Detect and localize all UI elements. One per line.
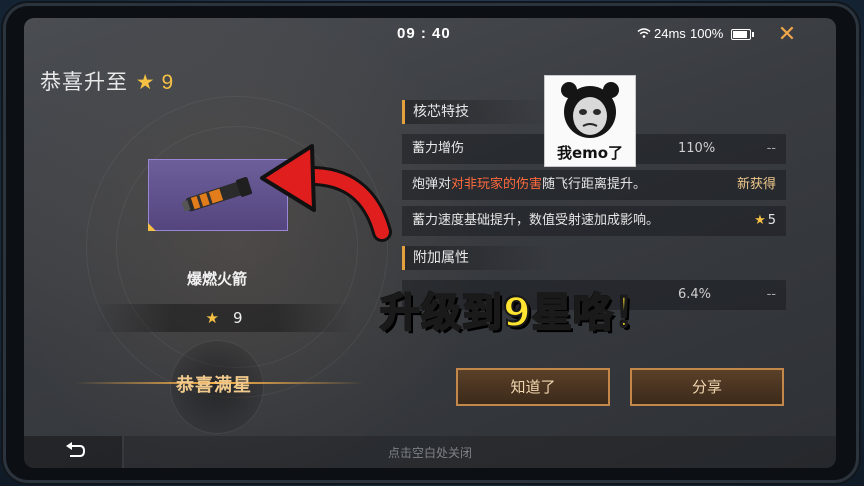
ok-button[interactable]: 知道了 xyxy=(456,368,610,406)
item-name: 爆燃火箭 xyxy=(186,270,247,288)
core-row-change: -- xyxy=(766,141,776,156)
core-row-name: 蓄力增伤 xyxy=(412,141,465,156)
rarity-corner xyxy=(148,223,156,231)
bottom-bar[interactable] xyxy=(124,436,836,468)
core-row-name-prefix: 炮弹对 xyxy=(412,177,452,192)
core-section-title: 核芯特技 xyxy=(402,100,553,124)
extra-row-value: 6.4% xyxy=(678,287,712,302)
back-arrow-icon xyxy=(66,442,86,457)
extra-section-title: 附加属性 xyxy=(402,246,553,270)
share-button[interactable]: 分享 xyxy=(630,368,784,406)
battery-percent: 100% xyxy=(690,26,724,41)
rocket-launcher-icon xyxy=(181,177,253,212)
full-star-label: 恭喜满星 xyxy=(176,375,252,396)
title-text: 恭喜升至 xyxy=(40,70,128,94)
item-star-row: ★ 9 xyxy=(94,304,354,332)
battery-icon xyxy=(731,29,754,40)
battery-fill xyxy=(733,31,747,38)
core-row-change: ★ 5 xyxy=(754,206,776,236)
red-arrow-icon xyxy=(260,144,392,242)
status-bar: 09 : 40 24ms 100% ✕ xyxy=(24,18,836,48)
core-row: 蓄力速度基础提升，数值受射速加成影响。 ★ 5 xyxy=(402,206,786,236)
upgrade-dialog: 09 : 40 24ms 100% ✕ 恭喜升至 ★ 9 爆燃火箭 ★ 9 恭喜… xyxy=(24,18,836,468)
back-button[interactable] xyxy=(24,436,122,468)
overlay-caption: 升级到9星咯！ xyxy=(379,289,655,337)
core-row-change-value: 5 xyxy=(767,213,776,228)
extra-row-change: -- xyxy=(766,287,776,302)
page-title: 恭喜升至 ★ 9 xyxy=(40,66,174,96)
core-row-name-suffix: 随飞行距离提升。 xyxy=(542,177,647,192)
meme-caption: 我emo了 xyxy=(556,144,624,162)
star-icon: ★ xyxy=(205,309,219,327)
wifi-icon xyxy=(637,28,651,38)
core-row-name-highlight: 对非玩家的伤害 xyxy=(451,177,543,192)
star-icon: ★ xyxy=(135,70,156,94)
core-row-value: 110% xyxy=(678,141,716,156)
star-icon: ★ xyxy=(754,213,766,228)
close-icon[interactable]: ✕ xyxy=(776,23,798,45)
meme-sticker: 我emo了 xyxy=(544,75,636,167)
core-row: 炮弹对对非玩家的伤害随飞行距离提升。 新获得 xyxy=(402,170,786,200)
ping-text: 24ms xyxy=(654,26,686,41)
core-row-change: 新获得 xyxy=(736,177,776,192)
clock: 09 : 40 xyxy=(397,25,451,42)
item-star-count: 9 xyxy=(232,309,243,327)
panda-face-icon xyxy=(561,82,619,138)
title-star-level: 9 xyxy=(161,71,175,94)
core-row-name: 蓄力速度基础提升，数值受射速加成影响。 xyxy=(412,213,660,228)
core-row-name: 炮弹对对非玩家的伤害随飞行距离提升。 xyxy=(412,170,646,200)
